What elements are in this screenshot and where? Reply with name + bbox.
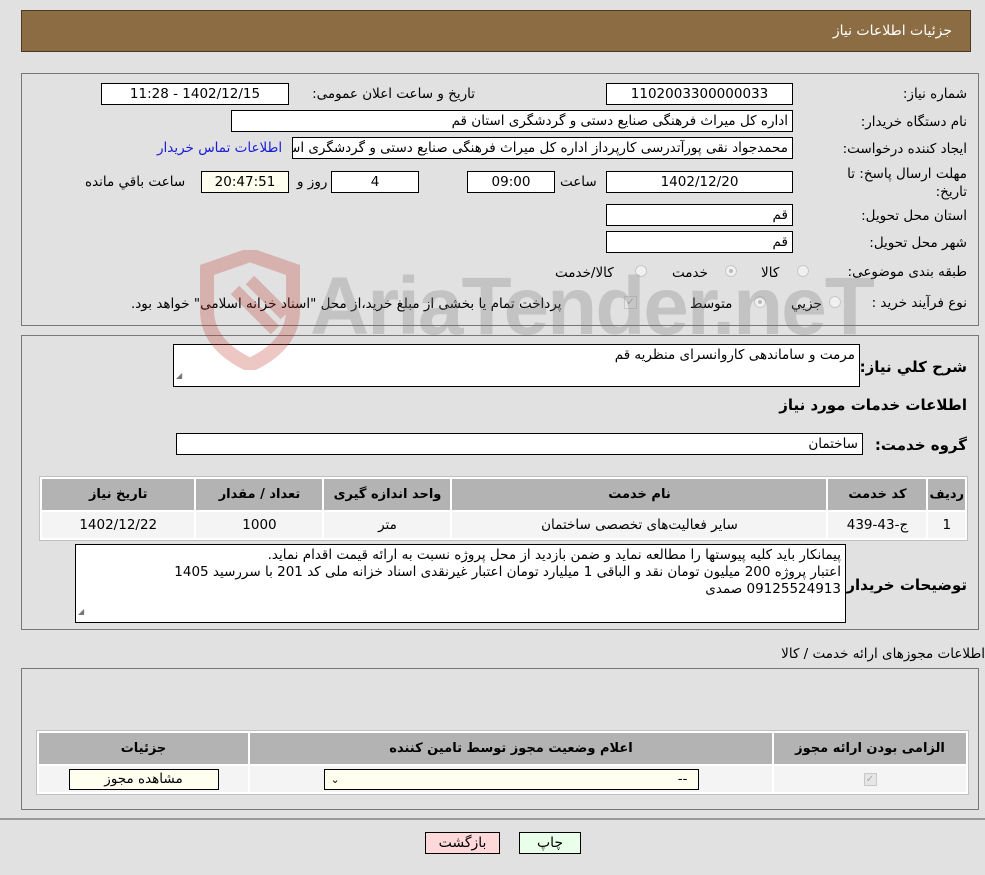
category-goods-label: کالا (761, 265, 780, 281)
services-table: ردیف کد خدمت نام خدمت واحد اندازه گیری ت… (39, 476, 968, 541)
announce-label: تاریخ و ساعت اعلان عمومی: (312, 86, 475, 102)
category-radio-service[interactable] (725, 265, 737, 277)
back-button[interactable]: بازگشت (425, 832, 500, 854)
category-radio-goods[interactable] (797, 265, 809, 277)
category-label: طبقه بندی موضوعی: (847, 264, 967, 280)
province-field: قم (606, 204, 793, 226)
footer-divider (0, 818, 985, 820)
col-quantity: تعداد / مقدار (196, 479, 323, 510)
col-service-name: نام خدمت (452, 479, 827, 510)
resize-grip-icon[interactable]: ◢ (176, 367, 182, 384)
remaining-time-field: 20:47:51 (201, 171, 289, 193)
city-field: قم (606, 231, 793, 253)
treasury-checkbox[interactable]: ✓ (624, 296, 637, 309)
description-label: شرح کلي نیاز: (859, 358, 967, 376)
buyer-notes-line: اعتبار پروژه 200 میلیون تومان نقد و البا… (174, 564, 841, 580)
service-group-field: ساختمان (176, 433, 863, 455)
need-number-label: شماره نیاز: (902, 86, 967, 102)
category-radio-goods-service[interactable] (635, 265, 647, 277)
permits-title: اطلاعات مجوزهای ارائه خدمت / کالا (781, 646, 985, 662)
category-service-label: خدمت (672, 265, 708, 281)
deadline-time-field: 09:00 (467, 171, 555, 193)
cell-permit-required: ✓ (774, 766, 966, 792)
description-text: مرمت و ساماندهی کاروانسرای منظریه قم (614, 347, 855, 363)
city-label: شهر محل تحویل: (869, 235, 967, 251)
page-title: جزئیات اطلاعات نیاز (832, 23, 952, 39)
col-row-number: ردیف (928, 479, 965, 510)
col-permit-details: جزئیات (39, 733, 248, 764)
cell-service-code: ج-43-439 (828, 512, 927, 538)
col-unit: واحد اندازه گیری (324, 479, 451, 510)
permit-status-value: -- (677, 770, 688, 787)
cell-service-name: سایر فعالیت‌های تخصصی ساختمان (452, 512, 827, 538)
buyer-org-field: اداره کل میراث فرهنگی صنایع دستی و گردشگ… (231, 110, 793, 132)
remaining-time-label: ساعت باقي مانده (85, 174, 186, 190)
process-minor-label: جزيي (791, 296, 822, 312)
creator-field: محمدجواد نقی پورآتدرسی کارپرداز اداره کل… (292, 137, 793, 159)
col-permit-status: اعلام وضعیت مجوز توسط تامین کننده (250, 733, 772, 764)
service-group-label: گروه خدمت: (874, 436, 967, 454)
process-label: نوع فرآیند خرید : (871, 295, 967, 311)
days-remaining-field: 4 (331, 171, 419, 193)
buyer-notes-label: توضیحات خریدار: (840, 576, 967, 594)
print-button[interactable]: چاپ (519, 832, 581, 854)
services-table-header: ردیف کد خدمت نام خدمت واحد اندازه گیری ت… (42, 479, 965, 510)
table-row: ✓ -- ⌄ مشاهده مجوز (39, 766, 966, 792)
province-label: استان محل تحویل: (861, 208, 967, 224)
cell-permit-details: مشاهده مجوز (39, 766, 248, 792)
deadline-date-field: 1402/12/20 (606, 171, 793, 193)
deadline-time-label: ساعت (560, 174, 597, 190)
resize-grip-icon[interactable]: ◢ (78, 603, 84, 620)
cell-quantity: 1000 (196, 512, 323, 538)
buyer-notes-line: پیمانکار باید کلیه پیوستها را مطالعه نما… (267, 547, 841, 563)
table-row: 1 ج-43-439 سایر فعالیت‌های تخصصی ساختمان… (42, 512, 965, 538)
category-goods-service-label: کالا/خدمت (555, 265, 614, 281)
buyer-contact-link[interactable]: اطلاعات تماس خریدار (157, 140, 282, 156)
process-medium-label: متوسط (690, 296, 733, 312)
permits-table-header: الزامی بودن ارائه مجوز اعلام وضعیت مجوز … (39, 733, 966, 764)
cell-unit: متر (324, 512, 451, 538)
process-radio-medium[interactable] (754, 296, 766, 308)
treasury-note: پرداخت تمام یا بخشی از مبلغ خرید،از محل … (131, 296, 562, 312)
chevron-down-icon: ⌄ (330, 772, 340, 786)
days-label: روز و (297, 174, 328, 190)
page-header: جزئیات اطلاعات نیاز (21, 10, 971, 52)
process-radio-minor[interactable] (829, 296, 841, 308)
permit-required-checkbox[interactable]: ✓ (863, 772, 877, 786)
col-service-code: کد خدمت (828, 479, 927, 510)
buyer-notes-textarea[interactable]: پیمانکار باید کلیه پیوستها را مطالعه نما… (75, 544, 846, 623)
view-permit-button[interactable]: مشاهده مجوز (68, 768, 219, 790)
buyer-notes-line: 09125524913 صمدی (705, 581, 841, 597)
creator-label: ایجاد کننده درخواست: (842, 141, 967, 157)
cell-row-number: 1 (928, 512, 965, 538)
cell-need-date: 1402/12/22 (42, 512, 195, 538)
description-textarea[interactable]: مرمت و ساماندهی کاروانسرای منظریه قم ◢ (173, 344, 860, 387)
deadline-label: مهلت ارسال پاسخ: تا تاریخ: (847, 166, 967, 200)
permit-status-select[interactable]: -- ⌄ (323, 768, 699, 790)
services-heading: اطلاعات خدمات مورد نیاز (779, 396, 967, 414)
need-number-field: 1102003300000033 (606, 83, 793, 105)
buyer-org-label: نام دستگاه خریدار: (860, 114, 967, 130)
col-need-date: تاریخ نیاز (42, 479, 195, 510)
col-permit-required: الزامی بودن ارائه مجوز (774, 733, 966, 764)
announce-datetime-field: 1402/12/15 - 11:28 (101, 83, 289, 105)
permits-table: الزامی بودن ارائه مجوز اعلام وضعیت مجوز … (36, 730, 969, 795)
cell-permit-status: -- ⌄ (250, 766, 772, 792)
